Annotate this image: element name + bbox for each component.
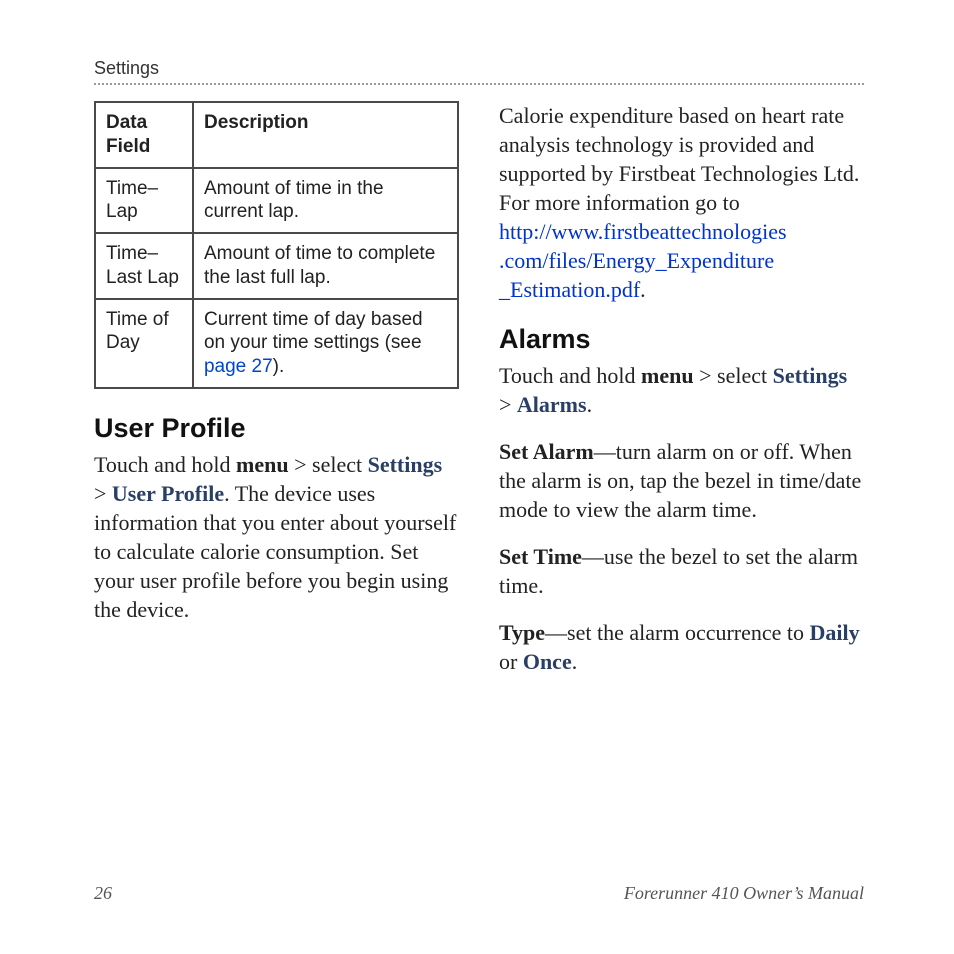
text: .: [640, 277, 646, 302]
text: > select: [289, 452, 368, 477]
cell-desc: Amount of time in the current lap.: [193, 168, 458, 234]
manual-title: Forerunner 410 Owner’s Manual: [624, 883, 864, 904]
nav-settings: Settings: [368, 452, 443, 477]
paragraph-set-alarm: Set Alarm—turn alarm on or off. When the…: [499, 437, 864, 524]
table-header-desc: Description: [193, 102, 458, 168]
table-row: Time of Day Current time of day based on…: [95, 299, 458, 388]
menu-label: menu: [641, 363, 694, 388]
menu-label: menu: [236, 452, 289, 477]
label-set-time: Set Time: [499, 544, 582, 569]
page-number: 26: [94, 883, 112, 904]
paragraph-calorie: Calorie expenditure based on heart rate …: [499, 101, 864, 304]
cell-desc-text: ).: [273, 356, 285, 377]
text: Calorie expenditure based on heart rate …: [499, 103, 859, 215]
cell-desc: Current time of day based on your time s…: [193, 299, 458, 388]
nav-settings: Settings: [773, 363, 848, 388]
cell-field: Time of Day: [95, 299, 193, 388]
page-footer: 26 Forerunner 410 Owner’s Manual: [94, 883, 864, 904]
table-row: Time–Lap Amount of time in the current l…: [95, 168, 458, 234]
paragraph-set-time: Set Time—use the bezel to set the alarm …: [499, 542, 864, 600]
text: .: [587, 392, 593, 417]
cell-desc: Amount of time to complete the last full…: [193, 233, 458, 299]
cell-desc-text: Current time of day based on your time s…: [204, 309, 423, 354]
content-columns: Data Field Description Time–Lap Amount o…: [94, 101, 864, 695]
text: .: [572, 649, 578, 674]
text: >: [94, 481, 112, 506]
nav-alarms: Alarms: [517, 392, 587, 417]
text: > select: [694, 363, 773, 388]
text: Touch and hold: [94, 452, 236, 477]
heading-alarms: Alarms: [499, 324, 864, 355]
option-once: Once: [523, 649, 572, 674]
table-header-row: Data Field Description: [95, 102, 458, 168]
cell-field: Time–Lap: [95, 168, 193, 234]
nav-user-profile: User Profile: [112, 481, 224, 506]
paragraph-user-profile: Touch and hold menu > select Settings > …: [94, 450, 459, 624]
data-fields-table: Data Field Description Time–Lap Amount o…: [94, 101, 459, 389]
text: or: [499, 649, 523, 674]
option-daily: Daily: [810, 620, 860, 645]
text: >: [499, 392, 517, 417]
page-reference-link[interactable]: page 27: [204, 356, 273, 377]
heading-user-profile: User Profile: [94, 413, 459, 444]
cell-field: Time–Last Lap: [95, 233, 193, 299]
paragraph-type: Type—set the alarm occurrence to Daily o…: [499, 618, 864, 676]
text: —set the alarm occurrence to: [545, 620, 809, 645]
table-row: Time–Last Lap Amount of time to complete…: [95, 233, 458, 299]
table-header-field: Data Field: [95, 102, 193, 168]
right-column: Calorie expenditure based on heart rate …: [499, 101, 864, 695]
left-column: Data Field Description Time–Lap Amount o…: [94, 101, 459, 695]
paragraph-alarms-nav: Touch and hold menu > select Settings > …: [499, 361, 864, 419]
label-set-alarm: Set Alarm: [499, 439, 594, 464]
label-type: Type: [499, 620, 545, 645]
page-header: Settings: [94, 58, 864, 85]
text: Touch and hold: [499, 363, 641, 388]
page: Settings Data Field Description Time–Lap…: [0, 0, 954, 954]
